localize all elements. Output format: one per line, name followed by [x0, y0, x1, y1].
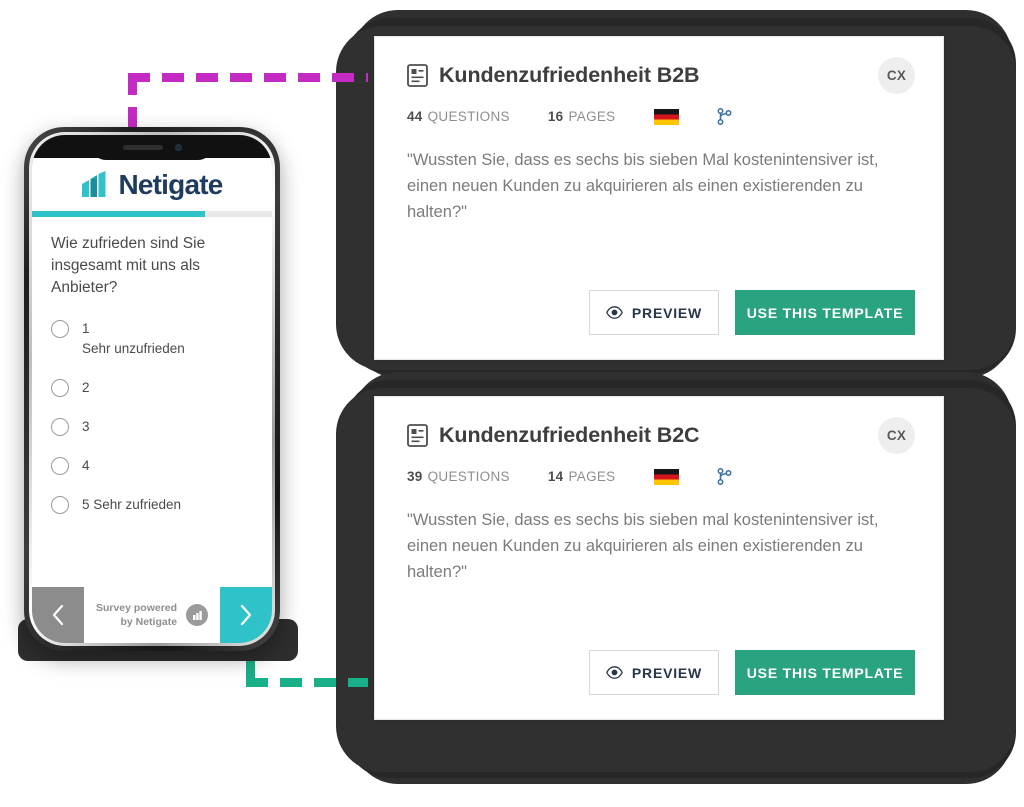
card-category-badge: CX [878, 57, 915, 94]
survey-option[interactable]: 5 Sehr zufrieden [51, 495, 253, 515]
front-camera-icon [174, 144, 182, 151]
card-title: Kundenzufriedenheit B2B [439, 63, 700, 87]
card-actions: PREVIEW USE THIS TEMPLATE [589, 290, 915, 335]
powered-by-line-1: Survey powered [95, 602, 178, 614]
netigate-mini-logo-icon [192, 610, 202, 620]
card-header: Kundenzufriedenheit B2C [407, 423, 911, 448]
phone-mockup: Netigate Wie zufrieden sind Sie insgesam… [18, 127, 298, 661]
card-category-badge: CX [878, 417, 915, 454]
pages-label: PAGES [568, 109, 616, 124]
survey-options-list: 1 Sehr unzufrieden 2 3 4 5 Sehr zufriede… [51, 319, 253, 515]
survey-footer: Survey powered by Netigate [32, 587, 272, 643]
survey-option-label: 1 Sehr unzufrieden [82, 321, 185, 356]
pages-meta: 16 PAGES [548, 109, 616, 124]
pages-label: PAGES [568, 469, 616, 484]
survey-brand-header: Netigate [32, 158, 272, 211]
earpiece-speaker-icon [122, 145, 163, 150]
survey-prev-button[interactable] [32, 587, 84, 643]
card-title: Kundenzufriedenheit B2C [439, 423, 700, 447]
template-card-b2c[interactable]: Kundenzufriedenheit B2C CX 39 QUESTIONS 1… [374, 396, 944, 720]
netigate-wordmark: Netigate [118, 168, 223, 200]
pages-meta: 14 PAGES [548, 469, 616, 484]
survey-powered-by: Survey powered by Netigate [84, 587, 220, 643]
germany-flag-icon [653, 468, 679, 485]
survey-question-body: Wie zufrieden sind Sie insgesamt mit uns… [32, 217, 272, 515]
questions-meta: 44 QUESTIONS [407, 109, 510, 124]
netigate-badge-icon [186, 604, 209, 626]
use-template-button[interactable]: USE THIS TEMPLATE [735, 290, 915, 335]
survey-document-icon [407, 64, 428, 87]
survey-option[interactable]: 1 Sehr unzufrieden [51, 319, 253, 359]
card-meta-row: 39 QUESTIONS 14 PAGES [407, 468, 911, 485]
chevron-left-icon [52, 604, 64, 626]
eye-icon [605, 666, 623, 679]
survey-option[interactable]: 4 [51, 456, 253, 476]
survey-option-label: 4 [82, 458, 90, 473]
use-template-button-label: USE THIS TEMPLATE [746, 664, 904, 681]
phone-notch [91, 135, 213, 160]
survey-document-icon [407, 424, 428, 447]
questions-label: QUESTIONS [427, 109, 510, 124]
preview-button[interactable]: PREVIEW [589, 290, 719, 335]
netigate-logo-icon [82, 171, 106, 197]
phone-screen: Netigate Wie zufrieden sind Sie insgesam… [32, 158, 272, 643]
use-template-button[interactable]: USE THIS TEMPLATE [735, 650, 915, 695]
powered-by-line-2: by Netigate [120, 616, 178, 628]
chevron-right-icon [240, 604, 252, 626]
branch-icon [717, 468, 731, 485]
card-actions: PREVIEW USE THIS TEMPLATE [589, 650, 915, 695]
phone-outer-frame: Netigate Wie zufrieden sind Sie insgesam… [24, 127, 280, 651]
pages-count: 16 [547, 109, 564, 124]
connector-line-green-horizontal [246, 678, 368, 687]
survey-option-label: 3 [82, 419, 90, 434]
pages-count: 14 [547, 469, 564, 484]
survey-option-label: 2 [82, 380, 90, 395]
card-quote: "Wussten Sie, dass es sechs bis sieben m… [407, 511, 879, 581]
survey-option[interactable]: 3 [51, 417, 253, 437]
questions-meta: 39 QUESTIONS [407, 469, 510, 484]
radio-button-icon[interactable] [51, 457, 69, 475]
phone-bezel: Netigate Wie zufrieden sind Sie insgesam… [32, 135, 272, 643]
survey-option[interactable]: 2 [51, 378, 253, 398]
eye-icon [605, 306, 623, 319]
questions-count: 44 [407, 109, 423, 124]
preview-button-label: PREVIEW [631, 304, 703, 321]
preview-button-label: PREVIEW [631, 664, 703, 681]
radio-button-icon[interactable] [51, 418, 69, 436]
survey-question-text: Wie zufrieden sind Sie insgesamt mit uns… [51, 235, 206, 296]
questions-label: QUESTIONS [427, 469, 510, 484]
use-template-button-label: USE THIS TEMPLATE [746, 304, 904, 321]
branch-icon [717, 108, 731, 125]
radio-button-icon[interactable] [51, 379, 69, 397]
template-card-b2b[interactable]: Kundenzufriedenheit B2B CX 44 QUESTIONS 1… [374, 36, 944, 360]
survey-next-button[interactable] [220, 587, 272, 643]
powered-by-text: Survey powered by Netigate [96, 601, 177, 629]
card-header: Kundenzufriedenheit B2B [407, 63, 911, 88]
connector-line-magenta-vertical [128, 73, 137, 133]
germany-flag-icon [653, 108, 679, 125]
card-meta-row: 44 QUESTIONS 16 PAGES [407, 108, 911, 125]
questions-count: 39 [407, 469, 423, 484]
preview-button[interactable]: PREVIEW [589, 650, 719, 695]
survey-option-label: 5 Sehr zufrieden [82, 497, 182, 512]
card-quote: "Wussten Sie, dass es sechs bis sieben M… [407, 151, 879, 221]
radio-button-icon[interactable] [51, 320, 69, 338]
radio-button-icon[interactable] [51, 496, 69, 514]
connector-line-magenta-horizontal [128, 73, 368, 82]
